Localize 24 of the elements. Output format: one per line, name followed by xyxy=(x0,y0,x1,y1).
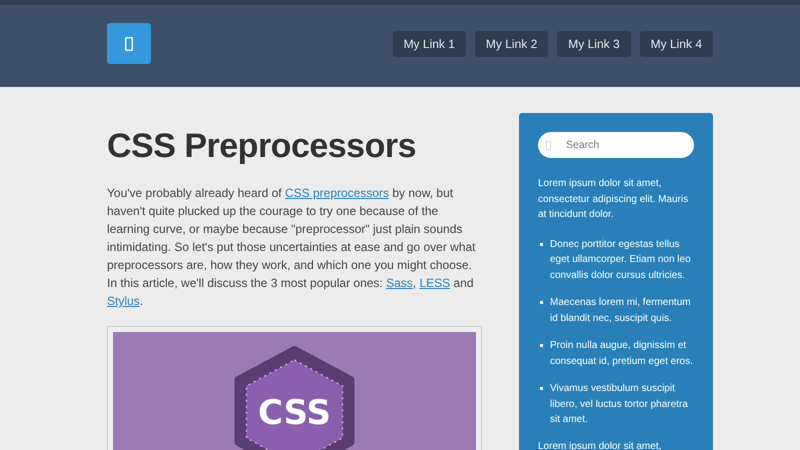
nav-link[interactable]: My Link 2 xyxy=(474,30,548,56)
search-field[interactable]: Search xyxy=(538,132,694,158)
placeholder-glyph-icon xyxy=(125,36,133,50)
sidebar-list-item: Proin nulla augue, dignissim et consequat id, pretium eget eros. xyxy=(550,339,694,368)
inline-link[interactable]: LESS xyxy=(419,276,450,290)
logo-button[interactable] xyxy=(107,23,151,64)
bullet-icon xyxy=(540,242,543,246)
inline-link[interactable]: Sass xyxy=(386,276,413,290)
article-title: CSS Preprocessors xyxy=(107,126,417,167)
bullet-icon xyxy=(540,344,543,347)
nav-link[interactable]: My Link 3 xyxy=(557,30,631,56)
nav-link[interactable]: My Link 1 xyxy=(392,30,466,56)
sidebar-list-item: Donec porttitor egestas tellus eget ullamcorper. Etiam non leo convallis dolor cursus ultricies. xyxy=(550,238,692,282)
sidebar-list-item: Vivamus vestibulum suscipit libero, vel luctus tortor pharetra sit amet. xyxy=(550,382,689,427)
placeholder-glyph-icon xyxy=(546,141,551,150)
sidebar-intro-text: Lorem ipsum dolor sit amet, consectetur adipiscing elit. Mauris at tincidunt dolor. xyxy=(538,177,690,222)
css-badge-drawing: CSS xyxy=(113,332,476,450)
bullet-icon xyxy=(540,387,543,390)
inline-link[interactable]: CSS preprocessors xyxy=(284,186,390,200)
inline-link[interactable]: Stylus xyxy=(107,294,140,308)
article-intro-paragraph: You've probably already heard of CSS preprocessors by now, but haven't quite plucked up the courage to try one because of the learning curve, or maybe because "preprocessor" just plain sounds intimidating. So let's put those uncertainties at ease and go over what preprocessors are, how they work, and which one you might choose. In this article, we'll discuss the 3 most popular ones: Sass, LESS and Stylus. xyxy=(107,185,477,310)
bullet-icon xyxy=(540,301,543,304)
sidebar-list-item: Maecenas lorem mi, fermentum id blandit nec, suscipit quis. xyxy=(550,296,692,326)
nav-link[interactable]: My Link 4 xyxy=(640,30,713,56)
